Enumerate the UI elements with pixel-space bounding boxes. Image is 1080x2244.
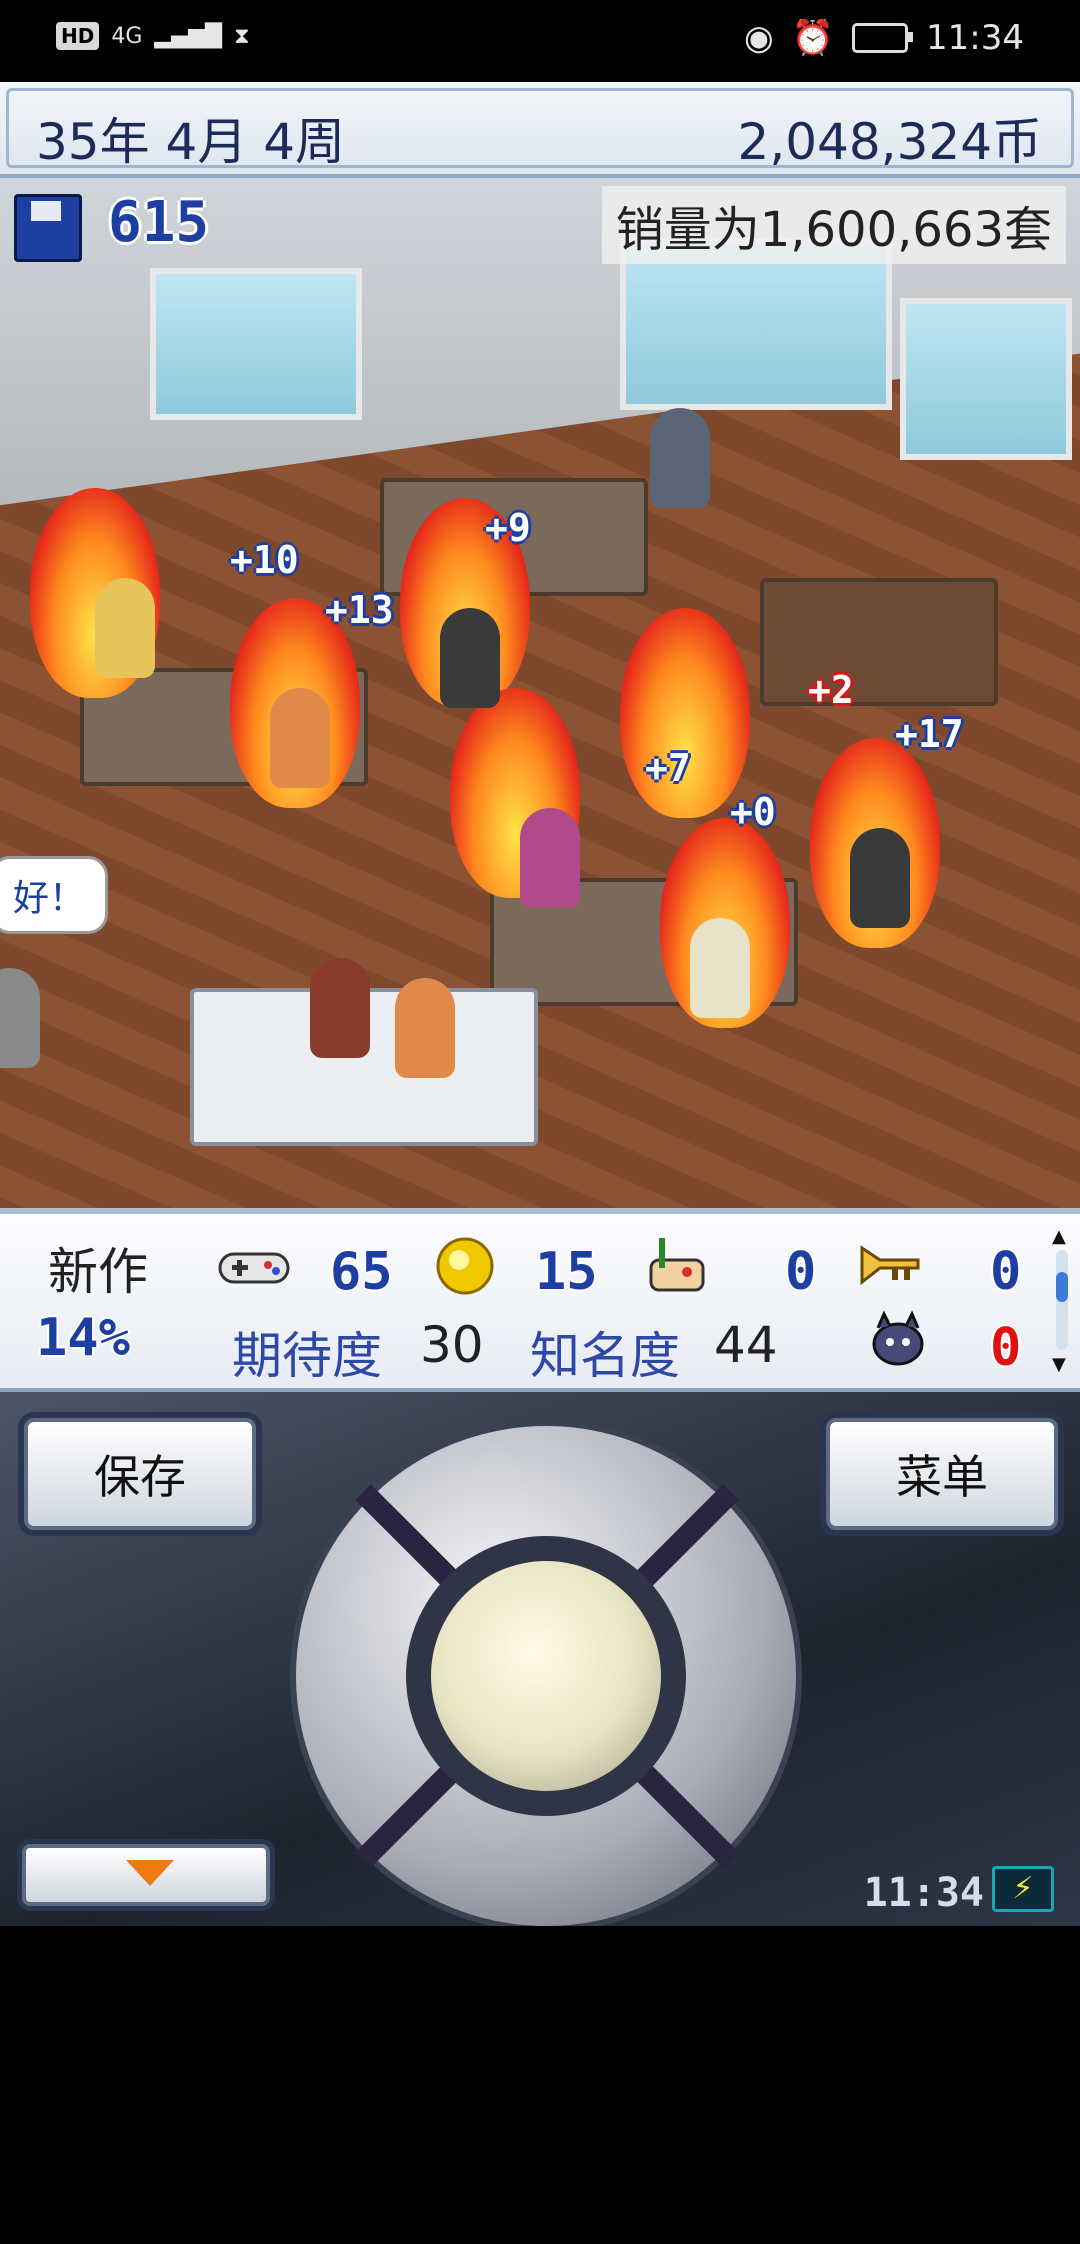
floppy-icon	[14, 194, 82, 262]
stat-popup: +13	[325, 588, 394, 632]
employee-character[interactable]	[95, 578, 155, 678]
creativity-value: 15	[535, 1242, 598, 1302]
save-button[interactable]: 保存	[24, 1418, 256, 1530]
graphics-value: 0	[785, 1242, 817, 1302]
hd-indicator: HD	[56, 22, 100, 50]
employee-character[interactable]	[270, 688, 330, 788]
fame-value: 44	[714, 1316, 778, 1374]
bugs-value: 0	[990, 1318, 1022, 1378]
project-counter: 615	[108, 190, 210, 255]
confirm-button[interactable]	[431, 1561, 661, 1791]
signal-icon: ▂▄▆█	[154, 23, 223, 49]
controller-panel: 保存 菜单 11:34 ⚡	[0, 1392, 1080, 1932]
game-clock: 11:34	[863, 1870, 984, 1916]
network-indicator: 4G	[111, 23, 143, 49]
paint-icon	[649, 1238, 705, 1292]
alarm-icon: ⏰	[791, 18, 835, 58]
sales-banner: 销量为1,600,663套	[601, 186, 1066, 264]
fun-value: 65	[330, 1242, 393, 1302]
bug-icon	[872, 1310, 924, 1366]
new-title-label: 新作	[48, 1243, 148, 1301]
gamepad-icon	[218, 1252, 290, 1284]
employee-character[interactable]	[520, 808, 580, 908]
office-scene[interactable]: 615 销量为1,600,663套 +10 +13 +9 +7 +0 +2 +1…	[0, 178, 1080, 1208]
status-time: 11:34	[926, 18, 1024, 58]
speech-bubble: 好！	[0, 856, 109, 934]
menu-button[interactable]: 菜单	[826, 1418, 1058, 1530]
status-left: HD 4G ▂▄▆█ ⧗	[56, 22, 250, 50]
battery-charging-icon: ⚡	[992, 1866, 1054, 1912]
stat-popup: +7	[645, 746, 691, 790]
visitor-character[interactable]	[0, 968, 40, 1068]
stat-popup: +9	[485, 506, 531, 550]
sofa[interactable]	[760, 578, 998, 706]
employee-character[interactable]	[440, 608, 500, 708]
money-display: 2,048,324币	[737, 113, 1042, 171]
status-bar: HD 4G ▂▄▆█ ⧗ ◉ ⏰ 11:34	[0, 0, 1080, 82]
status-right: ◉ ⏰ 11:34	[744, 18, 1024, 58]
stats-panel[interactable]: 新作 14% 65 15 0 0 期待度 30 知名度 44 0 ▲ ▼	[0, 1208, 1080, 1392]
eye-icon: ◉	[744, 18, 774, 58]
expectation-value: 30	[420, 1316, 484, 1374]
fame-label: 知名度	[530, 1327, 680, 1385]
top-info-bar: 35年 4月 4周 2,048,324币	[0, 82, 1080, 178]
scroll-thumb[interactable]	[1056, 1272, 1068, 1302]
stat-popup: +2	[808, 668, 854, 712]
coin-icon	[436, 1237, 494, 1295]
hourglass-icon: ⧗	[234, 23, 250, 49]
sound-value: 0	[990, 1242, 1022, 1302]
battery-icon	[852, 23, 914, 53]
expand-down-button[interactable]	[22, 1844, 270, 1906]
receptionist-character[interactable]	[310, 958, 370, 1058]
bottom-blank	[0, 1926, 1080, 2244]
employee-character[interactable]	[690, 918, 750, 1018]
window	[900, 298, 1072, 460]
stats-scrollbar[interactable]: ▲ ▼	[1052, 1226, 1072, 1375]
boss-character[interactable]	[650, 408, 710, 508]
window	[150, 268, 362, 420]
scroll-up-icon[interactable]: ▲	[1052, 1226, 1066, 1247]
receptionist-character[interactable]	[395, 978, 455, 1078]
game-date: 35年 4月 4周	[36, 113, 346, 171]
employee-character[interactable]	[850, 828, 910, 928]
stat-popup: +17	[895, 712, 964, 756]
dpad[interactable]	[290, 1420, 802, 1932]
expectation-label: 期待度	[232, 1327, 382, 1385]
scroll-down-icon[interactable]: ▼	[1052, 1354, 1066, 1375]
stat-popup: +0	[730, 790, 776, 834]
trumpet-icon	[860, 1245, 920, 1286]
stat-popup: +10	[230, 538, 299, 582]
progress-value: 14%	[36, 1308, 130, 1368]
